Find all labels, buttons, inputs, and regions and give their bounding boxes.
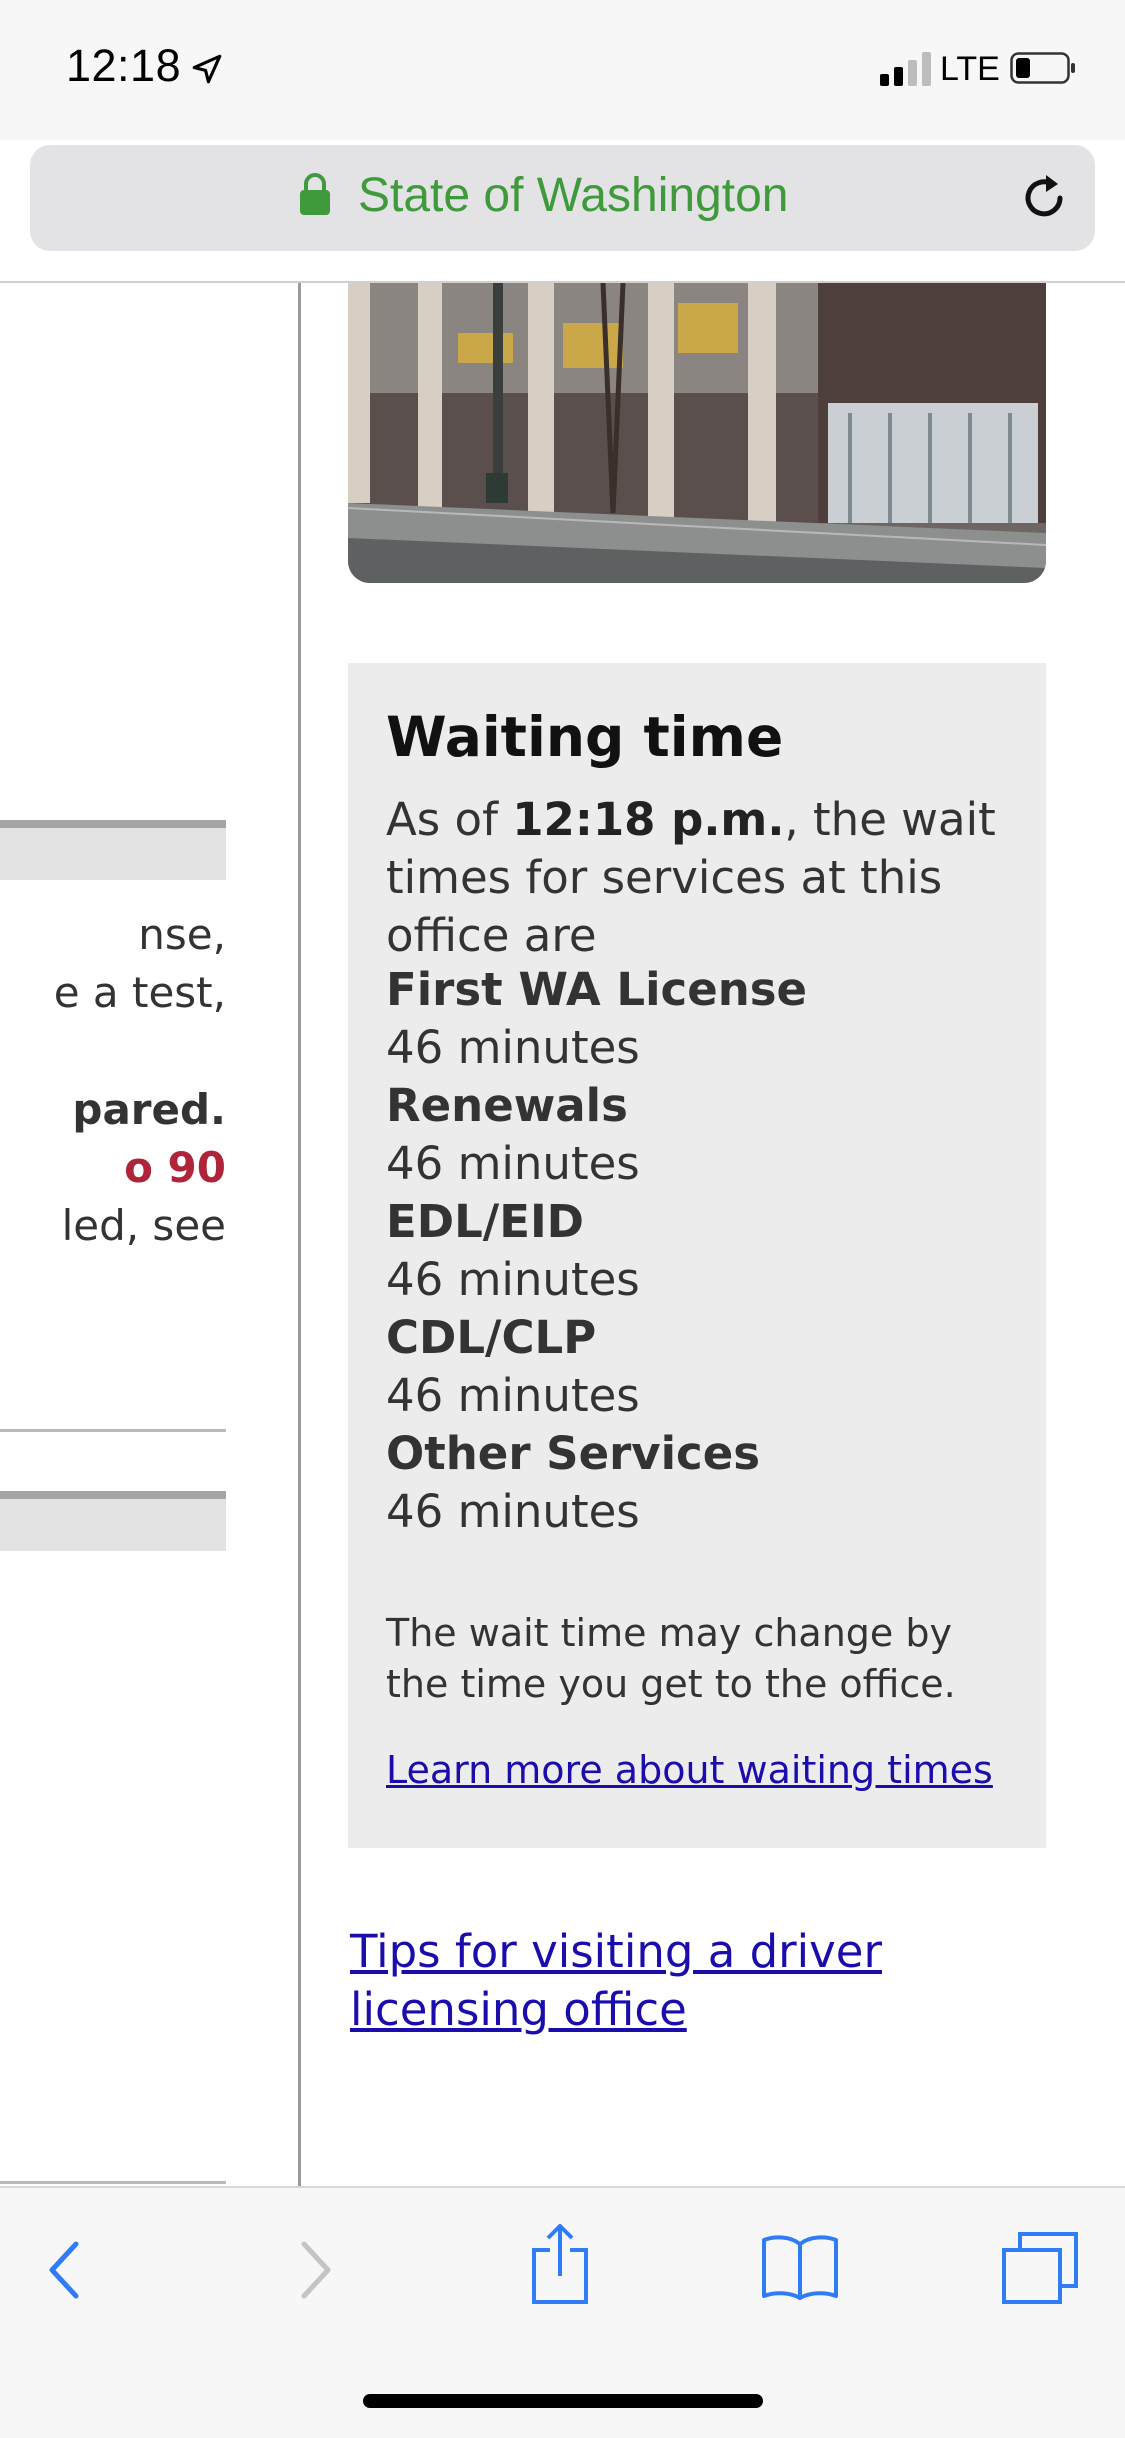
left-snippet: nse,: [138, 910, 226, 959]
lock-icon: [300, 173, 330, 215]
waiting-time-panel: Waiting time As of 12:18 p.m., the wait …: [348, 663, 1046, 1848]
wait-time-note: The wait time may change by the time you…: [386, 1611, 956, 1706]
home-indicator[interactable]: [363, 2394, 763, 2408]
forward-icon[interactable]: [296, 2240, 336, 2300]
intro-prefix: As of: [386, 793, 513, 846]
section-header-rule: [0, 820, 226, 828]
waiting-time-intro: As of 12:18 p.m., the wait times for ser…: [386, 791, 1026, 965]
web-page: nse, e a test, pared. o 90 led, see Wait…: [0, 283, 1125, 2186]
share-icon[interactable]: [528, 2222, 592, 2306]
waiting-time-heading: Waiting time: [386, 705, 784, 769]
service-name: EDL/EID: [386, 1195, 585, 1248]
as-of-time: 12:18 p.m.: [512, 793, 785, 846]
service-name: First WA License: [386, 963, 808, 1016]
service-wait: 46 minutes: [386, 1021, 640, 1074]
service-wait: 46 minutes: [386, 1253, 640, 1306]
location-arrow-icon: [192, 54, 222, 84]
reload-icon[interactable]: [1016, 170, 1072, 226]
office-building-photo: [348, 283, 1046, 583]
status-bar: 12:18 LTE: [0, 0, 1125, 140]
column-divider: [298, 283, 301, 2186]
section-header-band: [0, 828, 226, 880]
service-wait: 46 minutes: [386, 1137, 640, 1190]
left-snippet-bold: pared.: [72, 1085, 226, 1134]
bookmarks-icon[interactable]: [760, 2232, 840, 2302]
left-snippet-highlight: o 90: [124, 1143, 226, 1192]
service-wait: 46 minutes: [386, 1369, 640, 1422]
network-type: LTE: [940, 50, 1000, 88]
divider-line: [0, 2181, 226, 2184]
service-name: Other Services: [386, 1427, 761, 1480]
service-wait: 46 minutes: [386, 1485, 640, 1538]
status-time: 12:18: [66, 40, 182, 91]
service-name: Renewals: [386, 1079, 628, 1132]
service-name: CDL/CLP: [386, 1311, 597, 1364]
section-header-rule: [0, 1491, 226, 1499]
tips-link[interactable]: Tips for visiting a driver licensing off…: [350, 1923, 970, 2039]
left-snippet: e a test,: [53, 968, 226, 1017]
left-column-cutoff: nse, e a test, pared. o 90 led, see: [0, 283, 226, 2186]
cellular-signal-icon: [880, 52, 931, 86]
battery-icon: [1010, 52, 1075, 84]
section-header-band: [0, 1499, 226, 1551]
left-snippet: led, see: [61, 1201, 226, 1250]
url-title[interactable]: State of Washington: [358, 168, 788, 223]
back-icon[interactable]: [44, 2240, 84, 2300]
learn-more-link[interactable]: Learn more about waiting times: [386, 1748, 993, 1792]
tabs-icon[interactable]: [1000, 2230, 1080, 2306]
divider-line: [0, 1429, 226, 1432]
